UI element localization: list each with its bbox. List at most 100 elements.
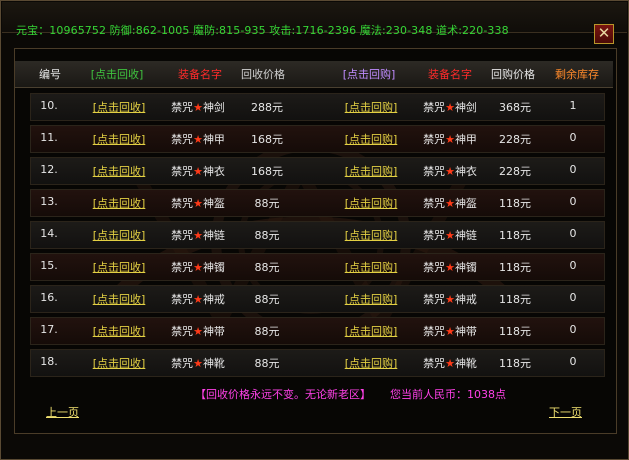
table-row: 11. [点击回收] 禁咒★神甲 168元 [点击回购] 禁咒★神甲 228元 0 [30, 125, 605, 153]
stock-count: 0 [569, 323, 577, 336]
item-name-2: 禁咒★神盔 [415, 195, 485, 211]
star-icon: ★ [193, 325, 203, 338]
stock-count: 0 [569, 131, 577, 144]
item-name: 禁咒★神靴 [163, 355, 233, 371]
stock-count: 0 [569, 259, 577, 272]
col-header-buyback-price: 回购价格 [491, 68, 535, 81]
next-page-link[interactable]: 下一页 [549, 404, 582, 420]
item-prefix: 禁咒 [171, 101, 194, 114]
item-prefix: 禁咒 [423, 101, 446, 114]
item-suffix: 神盔 [454, 197, 477, 210]
recycle-price: 168元 [251, 165, 283, 178]
recycle-link[interactable]: [点击回收] [83, 131, 155, 147]
star-icon: ★ [445, 165, 455, 178]
star-icon: ★ [445, 133, 455, 146]
recycle-link[interactable]: [点击回收] [83, 227, 155, 243]
row-id: 15. [40, 259, 58, 272]
table-row: 15. [点击回收] 禁咒★神镯 88元 [点击回购] 禁咒★神镯 118元 0 [30, 253, 605, 281]
item-name: 禁咒★神盔 [163, 195, 233, 211]
buyback-link[interactable]: [点击回购] [335, 131, 407, 147]
item-suffix: 神剑 [202, 101, 225, 114]
item-prefix: 禁咒 [423, 261, 446, 274]
recycle-window: 元宝：10965752 防御:862-1005 魔防:815-935 攻击:17… [0, 0, 629, 460]
row-id: 12. [40, 163, 58, 176]
buyback-price: 118元 [499, 229, 531, 242]
buyback-price: 228元 [499, 133, 531, 146]
buyback-link[interactable]: [点击回购] [335, 227, 407, 243]
table-row: 10. [点击回收] 禁咒★神剑 288元 [点击回购] 禁咒★神剑 368元 1 [30, 93, 605, 121]
buyback-link[interactable]: [点击回购] [335, 291, 407, 307]
item-prefix: 禁咒 [423, 229, 446, 242]
item-prefix: 禁咒 [423, 197, 446, 210]
buyback-link[interactable]: [点击回购] [335, 195, 407, 211]
footer-notice: 【回收价格永远不变。无论新老区】 您当前人民币：1038点 [195, 386, 506, 402]
table-row: 14. [点击回收] 禁咒★神链 88元 [点击回购] 禁咒★神链 118元 0 [30, 221, 605, 249]
star-icon: ★ [445, 293, 455, 306]
footer: 【回收价格永远不变。无论新老区】 您当前人民币：1038点 [15, 381, 613, 428]
row-id: 16. [40, 291, 58, 304]
buyback-link[interactable]: [点击回购] [335, 355, 407, 371]
recycle-price: 88元 [254, 229, 280, 242]
star-icon: ★ [445, 261, 455, 274]
buyback-link[interactable]: [点击回购] [335, 99, 407, 115]
item-name-2: 禁咒★神甲 [415, 131, 485, 147]
buyback-price: 368元 [499, 101, 531, 114]
col-header-item-name: 装备名字 [178, 68, 222, 81]
buyback-link[interactable]: [点击回购] [335, 259, 407, 275]
item-suffix: 神剑 [454, 101, 477, 114]
item-name-2: 禁咒★神链 [415, 227, 485, 243]
star-icon: ★ [445, 197, 455, 210]
col-header-item-name-2: 装备名字 [428, 68, 472, 81]
item-prefix: 禁咒 [171, 325, 194, 338]
item-prefix: 禁咒 [171, 261, 194, 274]
buyback-price: 118元 [499, 197, 531, 210]
star-icon: ★ [445, 101, 455, 114]
buyback-link[interactable]: [点击回购] [335, 323, 407, 339]
item-prefix: 禁咒 [171, 197, 194, 210]
col-header-buyback: [点击回购] [342, 68, 396, 81]
recycle-link[interactable]: [点击回收] [83, 355, 155, 371]
table-row: 13. [点击回收] 禁咒★神盔 88元 [点击回购] 禁咒★神盔 118元 0 [30, 189, 605, 217]
item-name-2: 禁咒★神衣 [415, 163, 485, 179]
item-suffix: 神盔 [202, 197, 225, 210]
recycle-link[interactable]: [点击回收] [83, 99, 155, 115]
recycle-link[interactable]: [点击回收] [83, 291, 155, 307]
item-name: 禁咒★神镯 [163, 259, 233, 275]
buyback-price: 228元 [499, 165, 531, 178]
star-icon: ★ [193, 165, 203, 178]
item-name: 禁咒★神剑 [163, 99, 233, 115]
star-icon: ★ [193, 197, 203, 210]
item-suffix: 神靴 [202, 357, 225, 370]
item-prefix: 禁咒 [171, 165, 194, 178]
table-row: 12. [点击回收] 禁咒★神衣 168元 [点击回购] 禁咒★神衣 228元 0 [30, 157, 605, 185]
recycle-link[interactable]: [点击回收] [83, 163, 155, 179]
row-id: 18. [40, 355, 58, 368]
recycle-price: 88元 [254, 325, 280, 338]
star-icon: ★ [193, 357, 203, 370]
buyback-link[interactable]: [点击回购] [335, 163, 407, 179]
recycle-price: 168元 [251, 133, 283, 146]
item-suffix: 神镯 [454, 261, 477, 274]
buyback-price: 118元 [499, 293, 531, 306]
item-suffix: 神衣 [202, 165, 225, 178]
prev-page-link[interactable]: 上一页 [46, 404, 79, 420]
item-suffix: 神带 [202, 325, 225, 338]
close-button[interactable]: ✕ [594, 24, 614, 44]
item-prefix: 禁咒 [171, 357, 194, 370]
item-name: 禁咒★神戒 [163, 291, 233, 307]
stock-count: 0 [569, 355, 577, 368]
row-id: 11. [40, 131, 58, 144]
item-prefix: 禁咒 [423, 357, 446, 370]
buyback-price: 118元 [499, 261, 531, 274]
recycle-price: 288元 [251, 101, 283, 114]
recycle-link[interactable]: [点击回收] [83, 323, 155, 339]
item-name-2: 禁咒★神带 [415, 323, 485, 339]
item-suffix: 神镯 [202, 261, 225, 274]
table-header: 编号 [点击回收] 装备名字 回收价格 [点击回购] 装备名字 回购价格 剩余库… [15, 61, 613, 88]
row-id: 14. [40, 227, 58, 240]
item-name: 禁咒★神带 [163, 323, 233, 339]
table-row: 16. [点击回收] 禁咒★神戒 88元 [点击回购] 禁咒★神戒 118元 0 [30, 285, 605, 313]
player-stats: 元宝：10965752 防御:862-1005 魔防:815-935 攻击:17… [16, 24, 509, 37]
recycle-link[interactable]: [点击回收] [83, 259, 155, 275]
recycle-link[interactable]: [点击回收] [83, 195, 155, 211]
